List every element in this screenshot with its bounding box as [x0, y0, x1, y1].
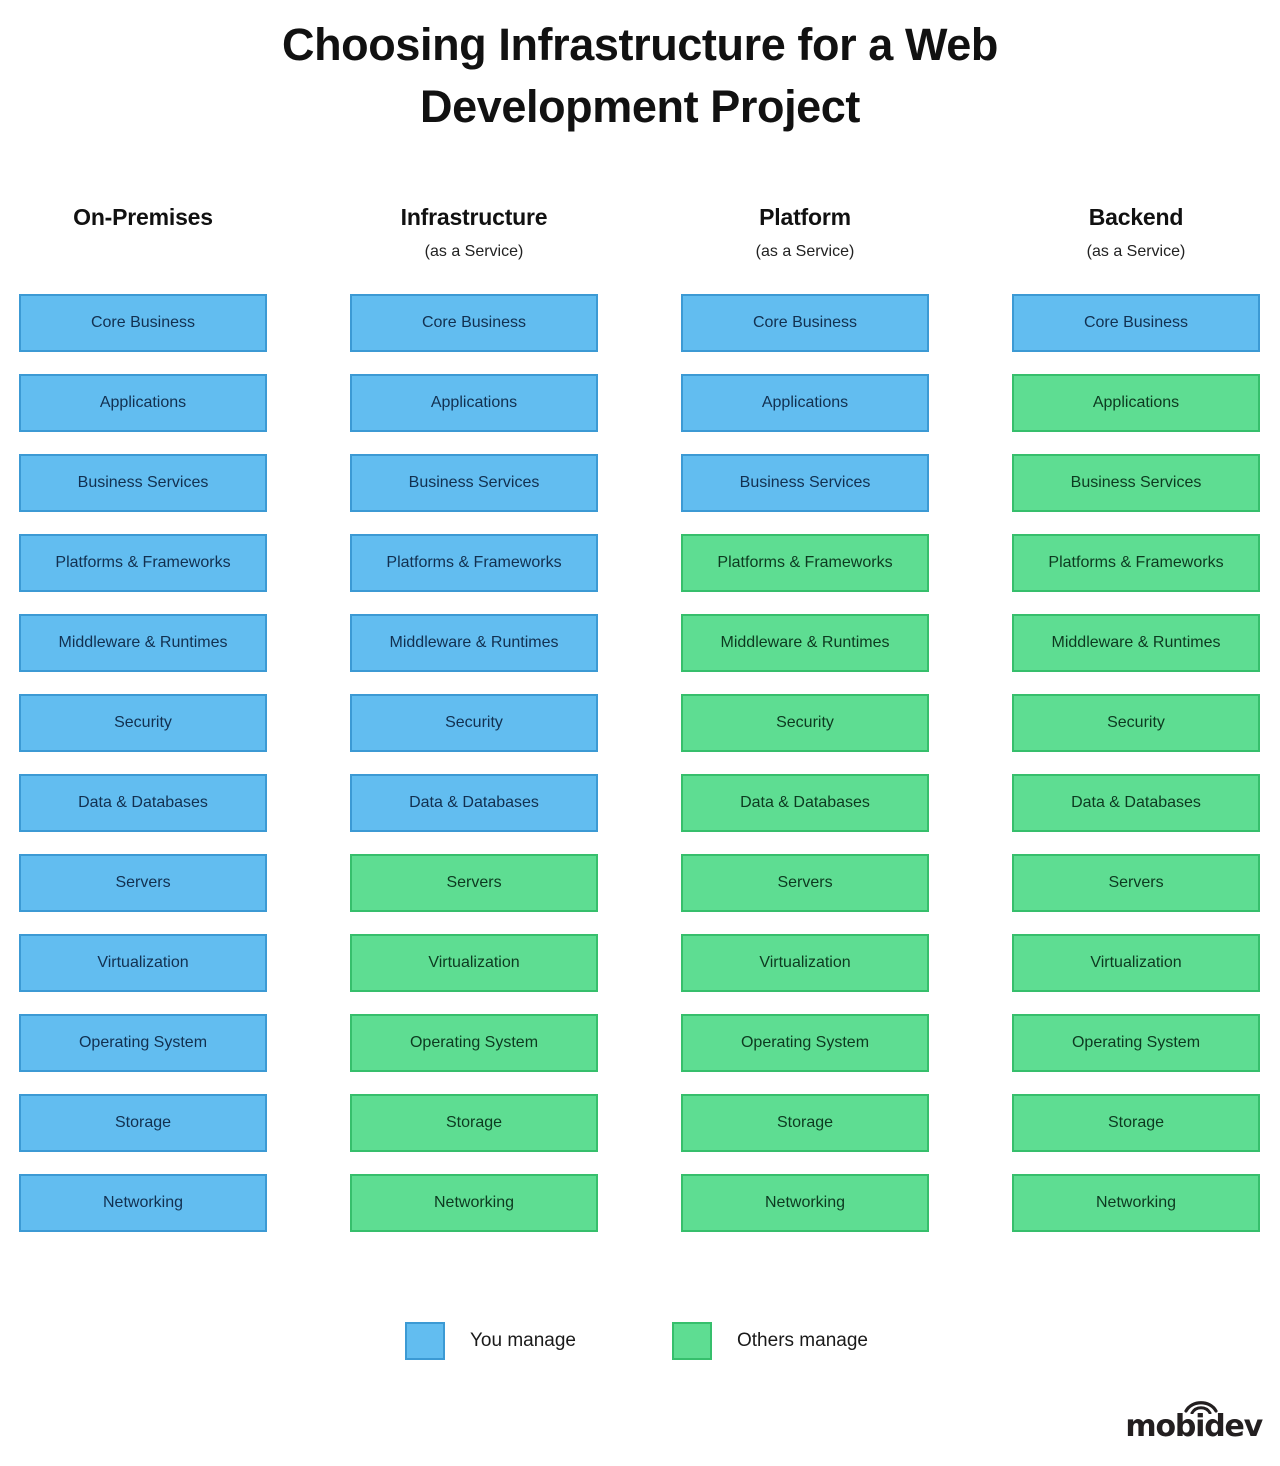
matrix-cell: Middleware & Runtimes	[19, 614, 267, 672]
matrix-cell: Security	[1012, 694, 1260, 752]
matrix-cell: Data & Databases	[681, 774, 929, 832]
service-model-matrix: On-Premises Core Business Applications Busi…	[0, 0, 1280, 1250]
matrix-cell: Networking	[681, 1174, 929, 1232]
column-cells: Core Business Applications Business Servic…	[350, 294, 598, 1254]
legend-item-others-manage: Others manage	[672, 1322, 868, 1360]
legend-item-you-manage: You manage	[405, 1322, 576, 1360]
legend-swatch-green-icon	[672, 1322, 712, 1360]
matrix-cell: Business Services	[681, 454, 929, 512]
matrix-cell: Platforms & Frameworks	[1012, 534, 1260, 592]
matrix-cell: Middleware & Runtimes	[681, 614, 929, 672]
matrix-cell: Servers	[1012, 854, 1260, 912]
matrix-cell: Networking	[1012, 1174, 1260, 1232]
matrix-cell: Servers	[681, 854, 929, 912]
column-title: Infrastructure	[400, 204, 548, 230]
matrix-cell: Core Business	[350, 294, 598, 352]
legend-label-others-manage: Others manage	[737, 1330, 868, 1351]
matrix-cell: Platforms & Frameworks	[19, 534, 267, 592]
column-subtitle: (as a Service)	[755, 243, 855, 261]
matrix-cell: Business Services	[19, 454, 267, 512]
column-cells: Core Business Applications Business Servic…	[681, 294, 929, 1254]
matrix-cell: Storage	[1012, 1094, 1260, 1152]
mobidev-logo: mobidev	[1112, 1398, 1263, 1444]
matrix-cell: Security	[681, 694, 929, 752]
matrix-cell: Data & Databases	[1012, 774, 1260, 832]
matrix-cell: Operating System	[19, 1014, 267, 1072]
matrix-cell: Platforms & Frameworks	[350, 534, 598, 592]
matrix-cell: Core Business	[1012, 294, 1260, 352]
matrix-cell: Virtualization	[350, 934, 598, 992]
matrix-cell: Security	[19, 694, 267, 752]
matrix-cell: Business Services	[1012, 454, 1260, 512]
matrix-cell: Servers	[19, 854, 267, 912]
matrix-cell: Operating System	[350, 1014, 598, 1072]
matrix-cell: Virtualization	[681, 934, 929, 992]
matrix-cell: Security	[350, 694, 598, 752]
matrix-cell: Core Business	[19, 294, 267, 352]
matrix-cell: Storage	[350, 1094, 598, 1152]
matrix-cell: Virtualization	[19, 934, 267, 992]
matrix-cell: Servers	[350, 854, 598, 912]
matrix-cell: Data & Databases	[350, 774, 598, 832]
column-header: On-Premises	[19, 204, 267, 230]
matrix-cell: Applications	[19, 374, 267, 432]
matrix-cell: Middleware & Runtimes	[1012, 614, 1260, 672]
column-title: Backend	[1088, 204, 1184, 230]
matrix-cell: Data & Databases	[19, 774, 267, 832]
column-header: Backend (as a Service)	[1012, 204, 1260, 261]
legend: You manage Others manage	[0, 1322, 1280, 1368]
matrix-cell: Virtualization	[1012, 934, 1260, 992]
matrix-cell: Platforms & Frameworks	[681, 534, 929, 592]
column-header: Platform (as a Service)	[681, 204, 929, 261]
matrix-cell: Middleware & Runtimes	[350, 614, 598, 672]
legend-label-you-manage: You manage	[470, 1330, 577, 1351]
matrix-cell: Operating System	[681, 1014, 929, 1072]
column-title: On-Premises	[73, 204, 213, 230]
matrix-cell: Applications	[350, 374, 598, 432]
matrix-cell: Networking	[350, 1174, 598, 1232]
column-title: Platform	[759, 204, 851, 230]
matrix-cell: Networking	[19, 1174, 267, 1232]
matrix-cell: Storage	[19, 1094, 267, 1152]
column-cells: Core Business Applications Business Servic…	[19, 294, 267, 1254]
column-subtitle: (as a Service)	[1086, 243, 1186, 261]
matrix-cell: Applications	[1012, 374, 1260, 432]
matrix-cell: Core Business	[681, 294, 929, 352]
matrix-cell: Applications	[681, 374, 929, 432]
matrix-cell: Business Services	[350, 454, 598, 512]
legend-swatch-blue-icon	[405, 1322, 445, 1360]
mobidev-wordmark: mobidev	[1125, 1409, 1263, 1444]
matrix-cell: Operating System	[1012, 1014, 1260, 1072]
matrix-cell: Storage	[681, 1094, 929, 1152]
column-cells: Core Business Applications Business Servic…	[1012, 294, 1260, 1254]
column-subtitle: (as a Service)	[424, 243, 524, 261]
column-header: Infrastructure (as a Service)	[350, 204, 598, 261]
